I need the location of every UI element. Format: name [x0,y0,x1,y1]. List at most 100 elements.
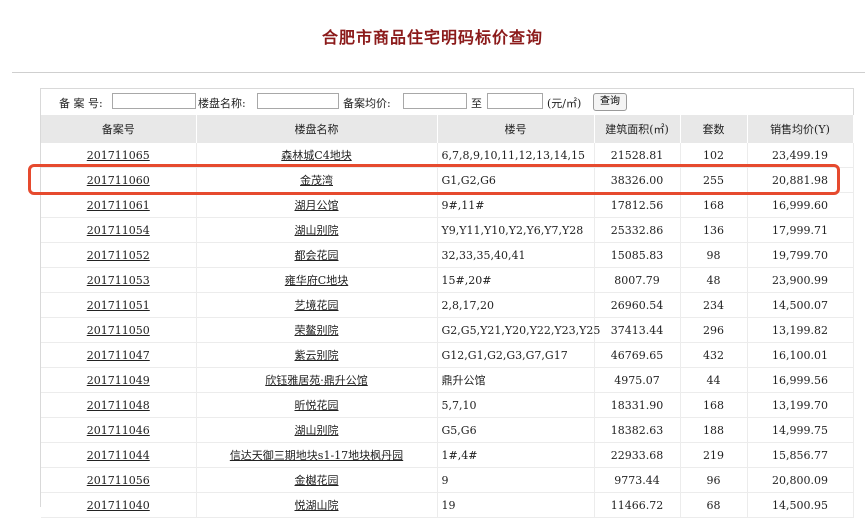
avg-price-cell: 14,500.07 [747,292,854,318]
record-no-link[interactable]: 201711060 [41,167,197,193]
col-header-record-no[interactable]: 备案号 [41,115,197,143]
project-link[interactable]: 湖山别院 [196,217,438,243]
buildings-cell: 9 [437,467,595,493]
record-no-link[interactable]: 201711052 [41,242,197,268]
col-header-project[interactable]: 楼盘名称 [196,115,438,143]
table-row: 201711048 昕悦花园 5,7,10 18331.90 168 13,19… [41,392,854,418]
units-cell: 188 [680,417,748,443]
record-no-label: 备 案 号: [59,97,103,110]
col-header-area[interactable]: 建筑面积(㎡) [594,115,681,143]
buildings-cell: G2,G5,Y21,Y20,Y22,Y23,Y25 [437,317,600,343]
units-cell: 136 [680,217,748,243]
units-cell: 219 [680,442,748,468]
table-row: 201711044 信达天御三期地块s1-17地块枫丹园 1#,4# 22933… [41,442,854,468]
table-row: 201711040 悦湖山院 19 11466.72 68 14,500.95 [41,492,854,518]
record-no-link[interactable]: 201711054 [41,217,197,243]
buildings-cell: 2,8,17,20 [437,292,595,318]
project-name-label: 楼盘名称: [198,97,246,110]
area-cell: 9773.44 [594,467,681,493]
max-price-input[interactable] [487,93,543,109]
col-header-avg-price[interactable]: 销售均价(Y) [747,115,854,143]
units-cell: 234 [680,292,748,318]
record-no-link[interactable]: 201711044 [41,442,197,468]
avg-price-cell: 20,800.09 [747,467,854,493]
project-link[interactable]: 信达天御三期地块s1-17地块枫丹园 [196,442,438,468]
area-cell: 11466.72 [594,492,681,518]
project-link[interactable]: 欣钰雅居苑·鼎升公馆 [196,367,438,393]
project-link[interactable]: 金樾花园 [196,467,438,493]
avg-price-cell: 23,900.99 [747,267,854,293]
buildings-cell: G5,G6 [437,417,595,443]
project-link[interactable]: 湖月公馆 [196,192,438,218]
query-button[interactable]: 查询 [593,93,627,111]
area-cell: 38326.00 [594,167,681,193]
units-cell: 168 [680,192,748,218]
col-header-units[interactable]: 套数 [680,115,748,143]
area-cell: 8007.79 [594,267,681,293]
buildings-cell: G1,G2,G6 [437,167,595,193]
min-price-input[interactable] [403,93,467,109]
avg-price-cell: 15,856.77 [747,442,854,468]
buildings-cell: 鼎升公馆 [437,367,595,393]
project-link[interactable]: 森林城C4地块 [196,143,438,168]
table-row: 201711050 荣鳌别院 G2,G5,Y21,Y20,Y22,Y23,Y25… [41,317,854,343]
record-no-link[interactable]: 201711051 [41,292,197,318]
area-cell: 25332.86 [594,217,681,243]
buildings-cell: 1#,4# [437,442,595,468]
project-link[interactable]: 金茂湾 [196,167,438,193]
record-no-link[interactable]: 201711049 [41,367,197,393]
project-link[interactable]: 昕悦花园 [196,392,438,418]
avg-price-cell: 14,999.75 [747,417,854,443]
table-row: 201711065 森林城C4地块 6,7,8,9,10,11,12,13,14… [41,143,854,168]
buildings-cell: 9#,11# [437,192,595,218]
search-bar: 备 案 号: 楼盘名称: 备案均价: 至 (元/㎡) 查询 [41,89,853,115]
avg-price-cell: 16,999.60 [747,192,854,218]
units-cell: 96 [680,467,748,493]
project-link[interactable]: 湖山别院 [196,417,438,443]
table-row: 201711061 湖月公馆 9#,11# 17812.56 168 16,99… [41,192,854,218]
area-cell: 18331.90 [594,392,681,418]
avg-price-cell: 14,500.95 [747,492,854,518]
project-link[interactable]: 艺境花园 [196,292,438,318]
unit-label: (元/㎡) [547,97,582,110]
record-no-link[interactable]: 201711053 [41,267,197,293]
units-cell: 168 [680,392,748,418]
units-cell: 102 [680,143,748,168]
area-cell: 46769.65 [594,342,681,368]
buildings-cell: Y9,Y11,Y10,Y2,Y6,Y7,Y28 [437,217,595,243]
units-cell: 432 [680,342,748,368]
record-no-link[interactable]: 201711046 [41,417,197,443]
avg-price-label: 备案均价: [343,97,391,110]
project-name-input[interactable] [257,93,339,109]
record-no-input[interactable] [112,93,196,109]
record-no-link[interactable]: 201711061 [41,192,197,218]
record-no-link[interactable]: 201711048 [41,392,197,418]
table-row: 201711054 湖山别院 Y9,Y11,Y10,Y2,Y6,Y7,Y28 2… [41,217,854,243]
project-link[interactable]: 雍华府C地块 [196,267,438,293]
project-link[interactable]: 都会花园 [196,242,438,268]
table-row: 201711056 金樾花园 9 9773.44 96 20,800.09 [41,467,854,493]
record-no-link[interactable]: 201711050 [41,317,197,343]
project-link[interactable]: 紫云别院 [196,342,438,368]
col-header-buildings[interactable]: 楼号 [437,115,595,143]
units-cell: 255 [680,167,748,193]
project-link[interactable]: 悦湖山院 [196,492,438,518]
buildings-cell: 32,33,35,40,41 [437,242,595,268]
units-cell: 98 [680,242,748,268]
units-cell: 44 [680,367,748,393]
table-row: 201711053 雍华府C地块 15#,20# 8007.79 48 23,9… [41,267,854,293]
record-no-link[interactable]: 201711047 [41,342,197,368]
buildings-cell: 6,7,8,9,10,11,12,13,14,15 [437,143,595,168]
record-no-link[interactable]: 201711040 [41,492,197,518]
record-no-link[interactable]: 201711065 [41,143,197,168]
avg-price-cell: 16,100.01 [747,342,854,368]
table-row: 201711046 湖山别院 G5,G6 18382.63 188 14,999… [41,417,854,443]
table-row: 201711051 艺境花园 2,8,17,20 26960.54 234 14… [41,292,854,318]
record-no-link[interactable]: 201711056 [41,467,197,493]
price-table: 备案号 楼盘名称 楼号 建筑面积(㎡) 套数 销售均价(Y) 201711065… [41,115,854,518]
project-link[interactable]: 荣鳌别院 [196,317,438,343]
page-title: 合肥市商品住宅明码标价查询 [321,28,543,47]
buildings-cell: 5,7,10 [437,392,595,418]
avg-price-cell: 17,999.71 [747,217,854,243]
area-cell: 18382.63 [594,417,681,443]
